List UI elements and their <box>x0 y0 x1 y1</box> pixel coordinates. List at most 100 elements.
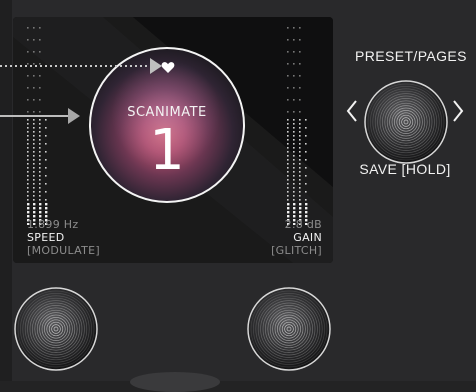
meter-dot <box>27 39 29 41</box>
meter-dot <box>299 211 302 214</box>
meter-dot <box>293 75 295 77</box>
meter-dot <box>299 63 301 65</box>
meter-dot <box>39 175 41 177</box>
meter-dot <box>27 127 29 129</box>
save-hold-label: SAVE [HOLD] <box>359 161 451 177</box>
meter-dot <box>293 39 295 41</box>
speed-meter <box>27 27 48 225</box>
meter-dot <box>39 187 41 189</box>
meter-dot <box>33 171 35 173</box>
display-screen: SCANIMATE 1 1.899 Hz SPEED [MODULATE] 2.… <box>13 17 333 263</box>
meter-dot <box>293 211 296 214</box>
gain-knob[interactable] <box>247 287 331 371</box>
meter-dot <box>27 183 29 185</box>
meter-dot <box>299 135 301 137</box>
speed-parameter: 1.899 Hz SPEED [MODULATE] <box>27 218 100 257</box>
meter-dot <box>287 51 289 53</box>
meter-dot <box>33 147 35 149</box>
meter-dot <box>293 139 295 141</box>
meter-dot <box>39 203 42 206</box>
meter-dot <box>33 87 35 89</box>
meter-dot <box>299 163 301 165</box>
meter-dot <box>299 131 301 133</box>
meter-dot <box>39 167 41 169</box>
chevron-left-icon[interactable] <box>345 98 359 124</box>
meter-dot <box>39 147 41 149</box>
meter-dot <box>27 63 29 65</box>
preset-knob[interactable] <box>364 80 448 164</box>
meter-dot <box>33 51 35 53</box>
meter-dot <box>27 211 30 214</box>
meter-dot <box>33 39 35 41</box>
meter-dot <box>27 143 29 145</box>
meter-dot <box>33 183 35 185</box>
meter-dot <box>39 123 41 125</box>
meter-dot <box>287 143 289 145</box>
meter-dot <box>33 195 35 197</box>
meter-dot <box>287 147 289 149</box>
meter-dot <box>287 171 289 173</box>
meter-dot <box>27 131 29 133</box>
speed-label: SPEED <box>27 231 65 244</box>
meter-dot <box>299 155 301 157</box>
meter-dot <box>33 187 35 189</box>
meter-dot <box>293 99 295 101</box>
meter-dot <box>287 27 289 29</box>
meter-dot <box>287 159 289 161</box>
meter-dot <box>293 203 296 206</box>
preset-number: 1 <box>149 118 185 183</box>
chevron-right-icon[interactable] <box>451 98 465 124</box>
meter-dot <box>299 139 301 141</box>
meter-dot <box>287 211 290 214</box>
meter-dot <box>33 211 36 214</box>
meter-dot <box>305 119 307 121</box>
meter-dot <box>45 127 47 129</box>
meter-dot <box>33 99 35 101</box>
meter-dot <box>293 171 295 173</box>
meter-dot <box>45 159 47 161</box>
device-panel: SCANIMATE 1 1.899 Hz SPEED [MODULATE] 2.… <box>0 0 476 392</box>
meter-dot <box>293 111 295 113</box>
meter-dot <box>287 39 289 41</box>
meter-dot <box>39 127 41 129</box>
meter-dot <box>305 167 307 169</box>
meter-dot <box>39 159 41 161</box>
meter-dot <box>33 27 35 29</box>
meter-dot <box>39 51 41 53</box>
meter-dot <box>299 151 301 153</box>
meter-dot <box>45 199 47 201</box>
meter-dot <box>27 123 29 125</box>
meter-dot <box>39 195 41 197</box>
meter-dot <box>293 147 295 149</box>
meter-dot <box>305 191 307 193</box>
meter-dot <box>299 191 301 193</box>
meter-dot <box>305 203 308 206</box>
meter-dot <box>45 211 48 214</box>
meter-dot <box>27 179 29 181</box>
meter-dot <box>293 175 295 177</box>
meter-dot <box>27 99 29 101</box>
meter-dot <box>45 191 47 193</box>
meter-dot <box>299 27 301 29</box>
speed-knob[interactable] <box>14 287 98 371</box>
meter-dot <box>293 51 295 53</box>
meter-dot <box>27 119 29 121</box>
meter-dot <box>39 199 41 201</box>
meter-dot <box>39 139 41 141</box>
meter-dot <box>293 183 295 185</box>
meter-dot <box>305 175 307 177</box>
meter-dot <box>305 159 307 161</box>
meter-dot <box>33 131 35 133</box>
meter-dot <box>39 63 41 65</box>
meter-dot <box>33 207 36 210</box>
meter-dot <box>39 183 41 185</box>
meter-dot <box>33 139 35 141</box>
device-edge <box>0 0 12 381</box>
meter-dot <box>293 199 295 201</box>
meter-dot <box>39 99 41 101</box>
meter-dot <box>287 127 289 129</box>
meter-dot <box>27 171 29 173</box>
meter-dot <box>27 167 29 169</box>
meter-dot <box>305 211 308 214</box>
meter-dot <box>299 99 301 101</box>
